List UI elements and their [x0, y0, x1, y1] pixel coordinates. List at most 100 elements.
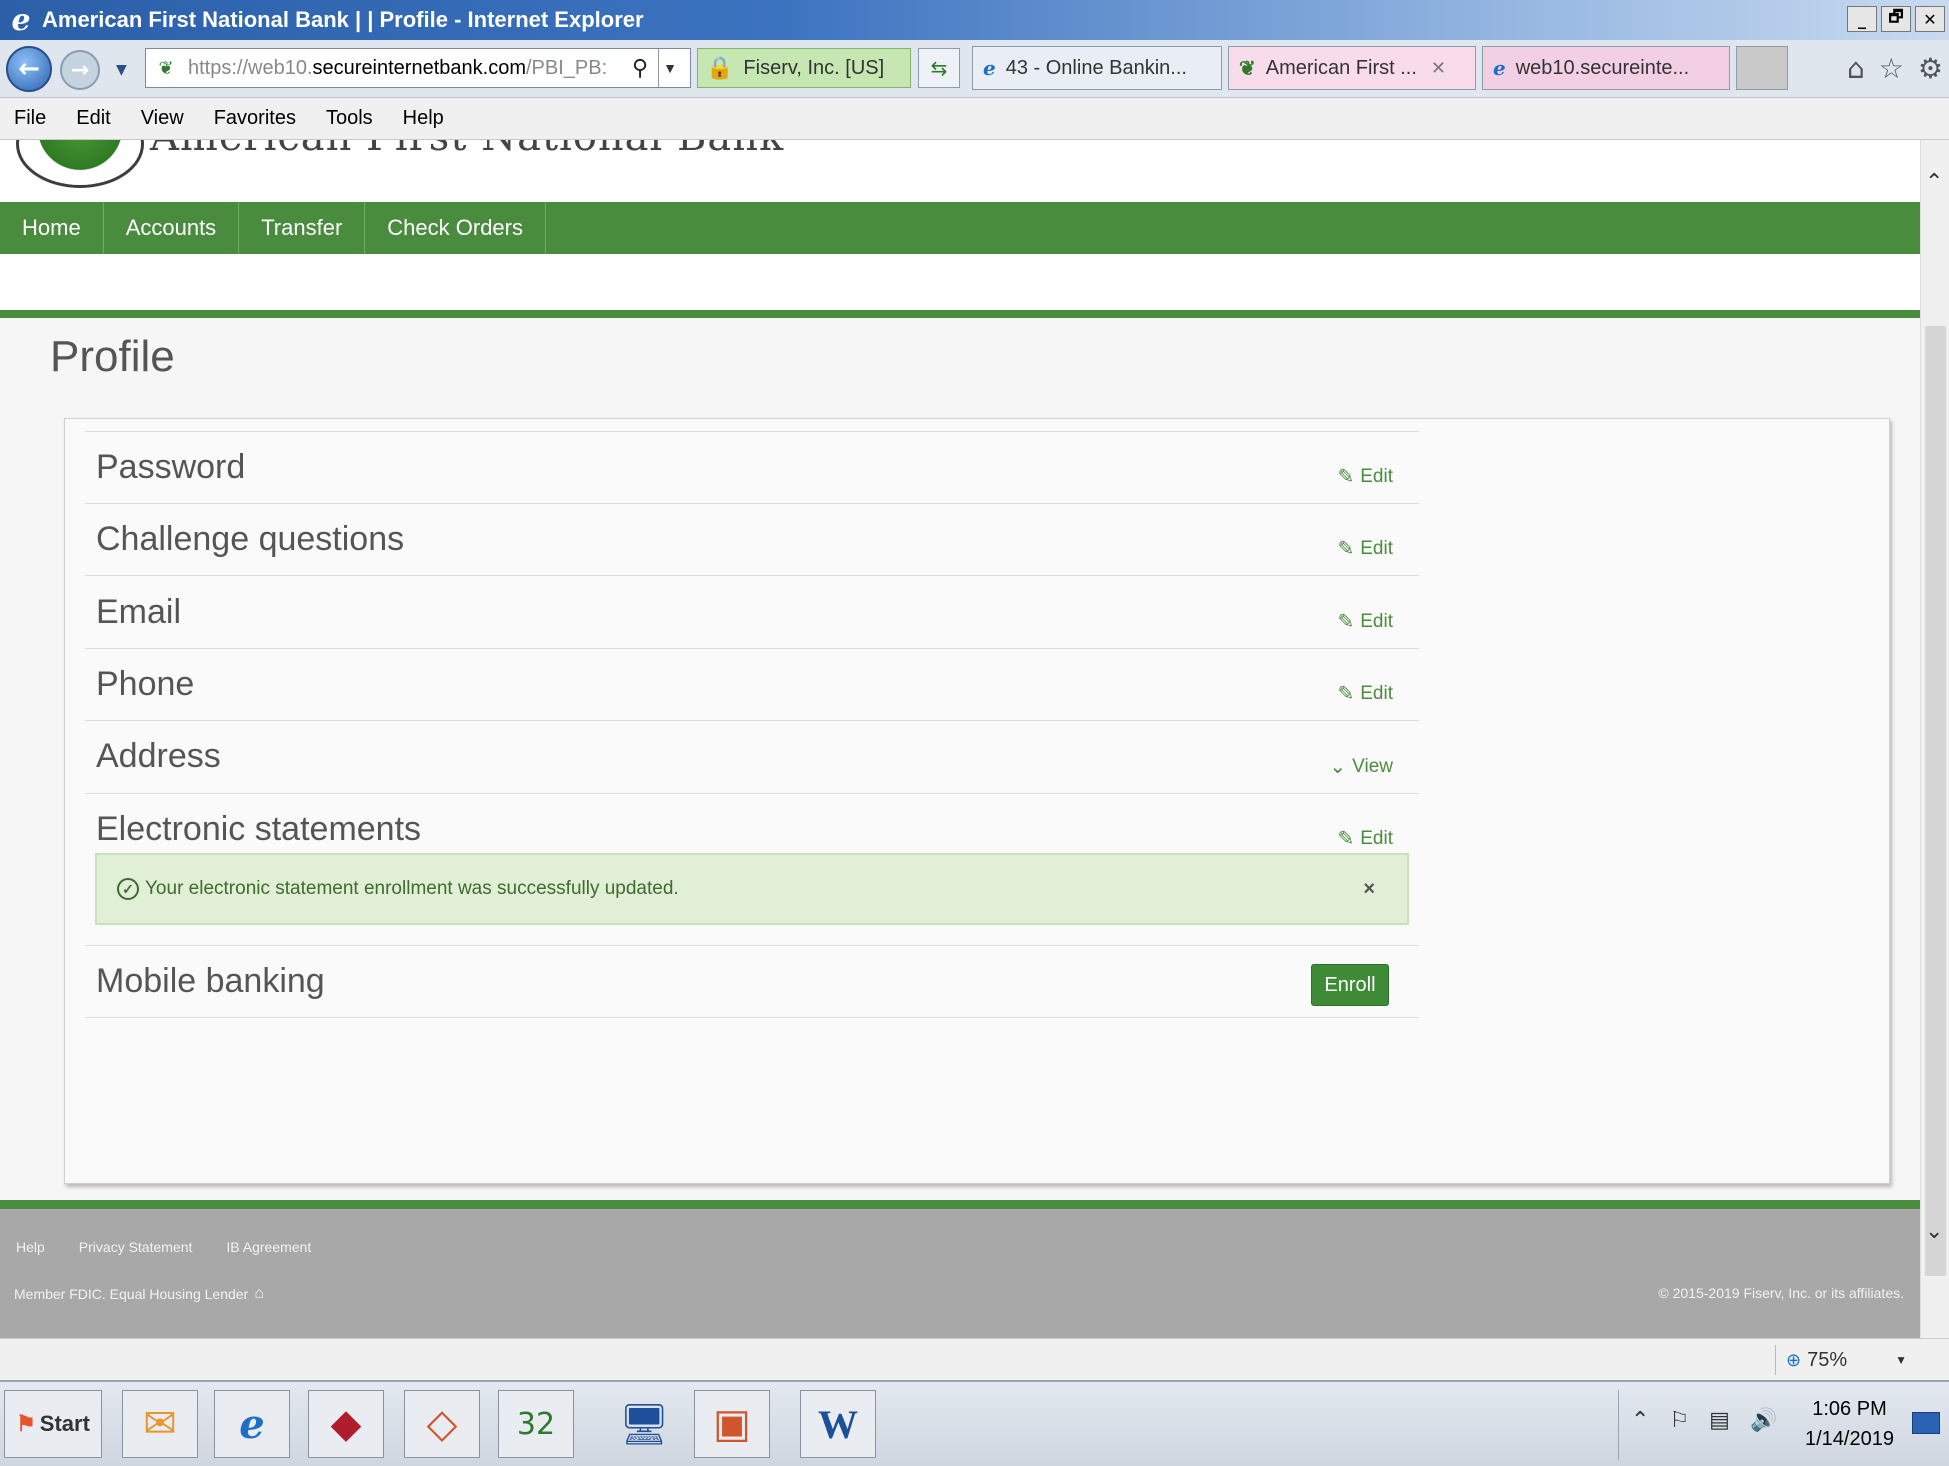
- app-taskbar-icon[interactable]: ◆: [308, 1390, 384, 1458]
- tab-american-first[interactable]: ❦ American First ... ✕: [1228, 46, 1476, 90]
- tab-online-banking[interactable]: e 43 - Online Bankin...: [972, 46, 1222, 90]
- scroll-up-icon[interactable]: ⌃: [1925, 170, 1943, 195]
- row-label: Phone: [96, 665, 195, 703]
- restore-button[interactable]: 🗗: [1881, 6, 1911, 32]
- url-dropdown-icon[interactable]: ▼: [658, 49, 677, 87]
- window-controls: _ 🗗 ✕: [1847, 6, 1945, 32]
- menu-view[interactable]: View: [141, 107, 184, 130]
- url-scheme: https://: [188, 56, 249, 79]
- show-hidden-icons-icon[interactable]: ⌃: [1631, 1408, 1649, 1433]
- browser-toolbar: ← → ▼ ❦ https://web10.secureinternetbank…: [0, 40, 1949, 98]
- footer-link-help[interactable]: Help: [16, 1239, 45, 1255]
- start-label: Start: [39, 1411, 90, 1436]
- start-button[interactable]: ⚑ Start: [4, 1390, 102, 1458]
- enroll-mobile-banking-button[interactable]: Enroll: [1311, 964, 1389, 1006]
- footer-link-privacy[interactable]: Privacy Statement: [79, 1239, 193, 1255]
- row-label: Electronic statements: [96, 810, 422, 848]
- edit-electronic-statements-link[interactable]: ✎ Edit: [1337, 826, 1393, 851]
- tray-clock[interactable]: 1:06 PM 1/14/2019: [1805, 1394, 1894, 1454]
- tab-secureinternetbank[interactable]: e web10.secureinte...: [1482, 46, 1730, 90]
- action-label: Edit: [1360, 465, 1393, 487]
- outlook-taskbar-icon[interactable]: ✉: [122, 1390, 198, 1458]
- row-label: Mobile banking: [96, 962, 325, 1000]
- address-bar[interactable]: ❦ https://web10.secureinternetbank.com/P…: [145, 48, 691, 88]
- calculator-taskbar-icon[interactable]: 32: [498, 1390, 574, 1458]
- menu-tools[interactable]: Tools: [326, 107, 373, 130]
- minimize-button[interactable]: _: [1847, 6, 1877, 32]
- lock-icon: 🔒: [706, 55, 734, 80]
- menu-favorites[interactable]: Favorites: [214, 107, 296, 130]
- clock-date: 1/14/2019: [1805, 1428, 1894, 1450]
- alert-message: Your electronic statement enrollment was…: [145, 878, 679, 899]
- menu-edit[interactable]: Edit: [76, 107, 110, 130]
- edit-icon: ✎: [1337, 828, 1355, 850]
- equal-housing-icon: ⌂: [254, 1285, 264, 1302]
- profile-panel: Password ✎ Edit Challenge questions ✎ Edit…: [64, 418, 1890, 1184]
- nav-home[interactable]: Home: [0, 202, 104, 254]
- scroll-down-icon[interactable]: ⌄: [1925, 1219, 1943, 1244]
- nav-transfer[interactable]: Transfer: [239, 202, 366, 254]
- edit-phone-link[interactable]: ✎ Edit: [1337, 681, 1393, 706]
- close-window-button[interactable]: ✕: [1915, 6, 1945, 32]
- edit-challenge-questions-link[interactable]: ✎ Edit: [1337, 536, 1393, 561]
- nav-check-orders[interactable]: Check Orders: [365, 202, 546, 254]
- ie-tab-icon: e: [1493, 56, 1506, 80]
- zoom-control[interactable]: ⊕ 75% ▼: [1775, 1345, 1915, 1375]
- edit-icon: ✎: [1337, 538, 1355, 560]
- favorites-star-icon[interactable]: ☆: [1879, 52, 1904, 85]
- action-label: Edit: [1360, 827, 1393, 849]
- page-title: Profile: [50, 332, 175, 381]
- new-tab-button[interactable]: [1736, 46, 1788, 90]
- menu-help[interactable]: Help: [403, 107, 444, 130]
- footer-link-ib-agreement[interactable]: IB Agreement: [226, 1239, 311, 1255]
- menu-file[interactable]: File: [14, 107, 46, 130]
- action-label: Edit: [1360, 537, 1393, 559]
- refresh-button[interactable]: ⇆: [918, 48, 960, 88]
- page-viewport: American First National Bank Home Accoun…: [0, 140, 1920, 1338]
- scroll-thumb[interactable]: [1925, 326, 1946, 1276]
- close-tab-icon[interactable]: ✕: [1431, 58, 1446, 79]
- bank-logo: [16, 140, 144, 188]
- action-center-flag-icon[interactable]: ⚐: [1669, 1408, 1689, 1433]
- chevron-down-icon: ⌄: [1329, 756, 1347, 778]
- browser-tool-icons: ⌂ ☆ ⚙: [1847, 52, 1943, 85]
- action-label: Edit: [1360, 610, 1393, 632]
- row-label: Email: [96, 593, 182, 631]
- edit-email-link[interactable]: ✎ Edit: [1337, 609, 1393, 634]
- footer-links: Help Privacy Statement IB Agreement: [16, 1239, 311, 1255]
- action-label: View: [1352, 755, 1393, 777]
- remote-desktop-taskbar-icon[interactable]: 🖥: [606, 1390, 682, 1458]
- presentation-taskbar-icon[interactable]: ▣: [694, 1390, 770, 1458]
- profile-row-phone: Phone ✎ Edit: [85, 648, 1419, 720]
- home-icon[interactable]: ⌂: [1847, 52, 1865, 85]
- edit-password-link[interactable]: ✎ Edit: [1337, 464, 1393, 489]
- panel-bottom-divider: [85, 1017, 1419, 1018]
- security-certificate[interactable]: 🔒 Fiserv, Inc. [US]: [697, 48, 911, 88]
- bank-name: American First National Bank: [150, 140, 784, 160]
- show-desktop-icon[interactable]: [1912, 1412, 1940, 1434]
- search-icon[interactable]: ⚲: [632, 55, 648, 81]
- nav-accounts[interactable]: Accounts: [104, 202, 240, 254]
- volume-icon[interactable]: 🔊: [1750, 1408, 1777, 1433]
- view-address-link[interactable]: ⌄ View: [1329, 754, 1393, 779]
- back-button[interactable]: ←: [6, 46, 52, 92]
- taskbar: ⚑ Start ✉ e ◆ ◇ 32 🖥 ▣ W ⌃ ⚐ ▤ 🔊 1:06 PM…: [0, 1380, 1949, 1466]
- ie-taskbar-icon[interactable]: e: [214, 1390, 290, 1458]
- forward-button[interactable]: →: [60, 50, 100, 90]
- certificate-label: Fiserv, Inc. [US]: [743, 56, 885, 79]
- alert-close-button[interactable]: ×: [1363, 878, 1375, 901]
- url-text[interactable]: https://web10.secureinternetbank.com/PBI…: [188, 57, 628, 80]
- gear-icon[interactable]: ⚙: [1918, 52, 1943, 85]
- url-subdomain: web10.: [248, 56, 313, 79]
- diamond-app-taskbar-icon[interactable]: ◇: [404, 1390, 480, 1458]
- copyright: © 2015-2019 Fiserv, Inc. or its affiliat…: [1658, 1285, 1904, 1301]
- word-taskbar-icon[interactable]: W: [800, 1390, 876, 1458]
- zoom-dropdown-icon[interactable]: ▼: [1895, 1353, 1907, 1367]
- vertical-scrollbar[interactable]: ⌃ ⌄: [1920, 140, 1949, 1338]
- zoom-level: 75%: [1807, 1348, 1848, 1371]
- profile-row-mobile-banking: Mobile banking Enroll: [85, 945, 1419, 1017]
- profile-row-challenge-questions: Challenge questions ✎ Edit: [85, 503, 1419, 575]
- history-dropdown-icon[interactable]: ▼: [116, 62, 127, 78]
- profile-row-address: Address ⌄ View: [85, 720, 1419, 793]
- network-icon[interactable]: ▤: [1709, 1408, 1730, 1433]
